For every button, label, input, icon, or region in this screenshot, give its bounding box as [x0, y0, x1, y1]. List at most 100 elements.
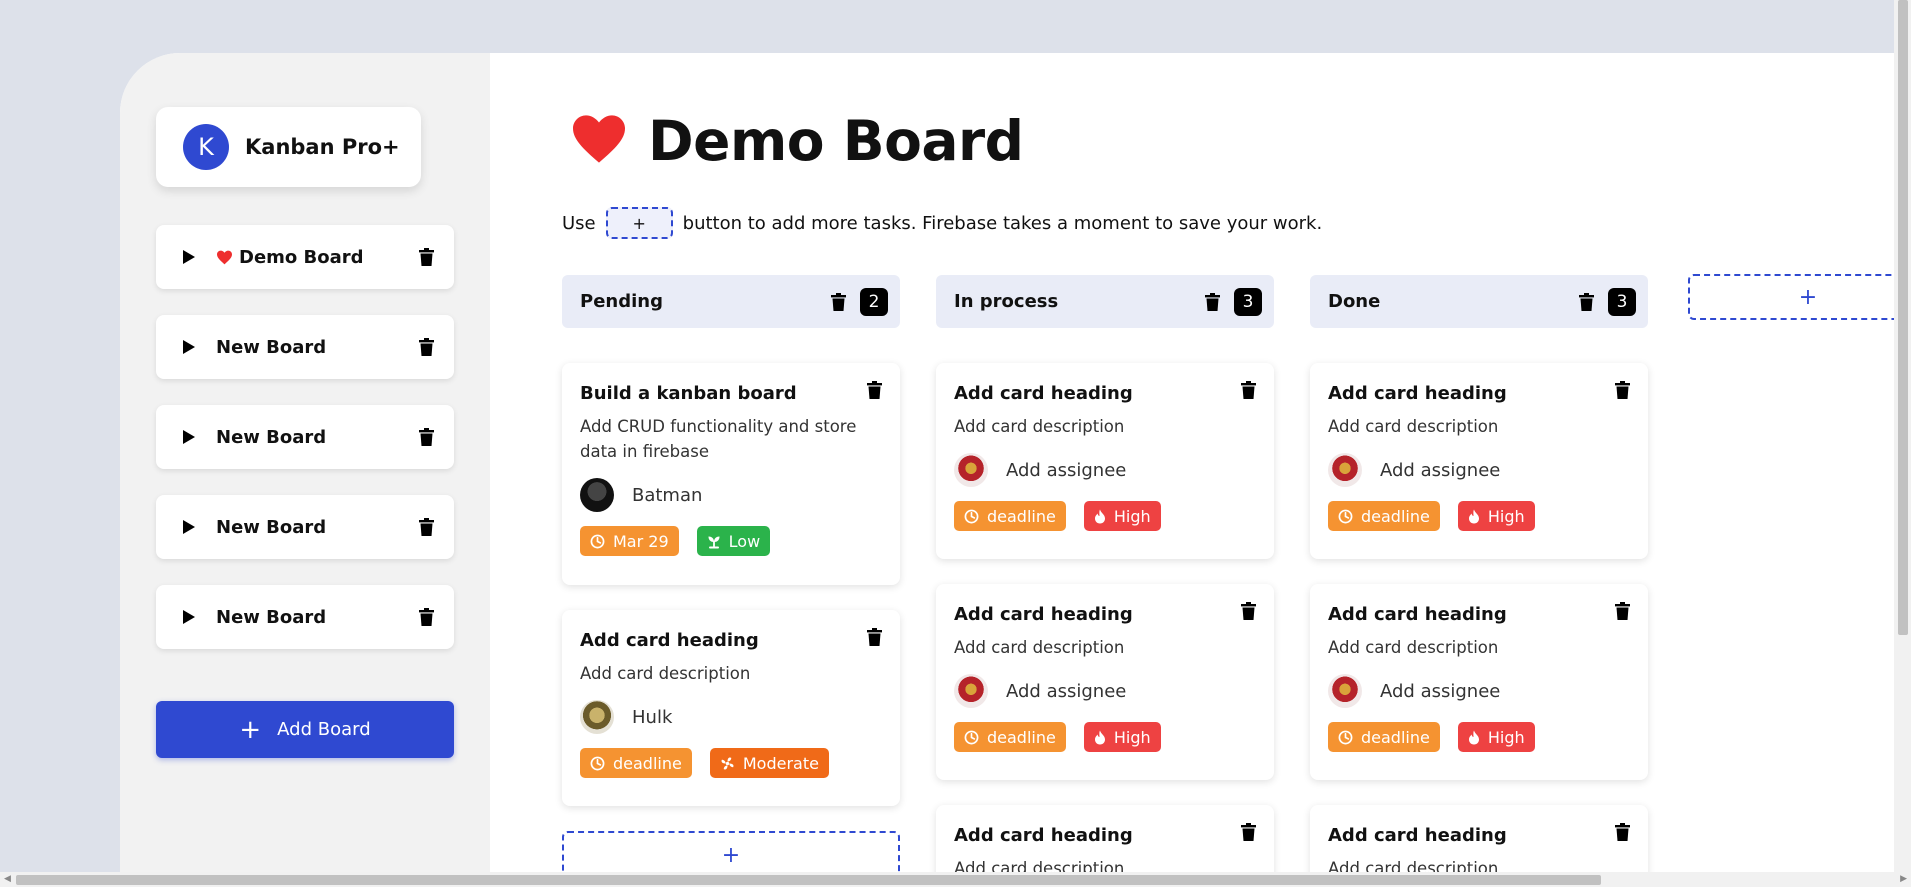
board-main: Demo Board Use + button to add more task… — [490, 53, 1895, 873]
trash-icon[interactable] — [1615, 381, 1630, 403]
card-assignee[interactable]: Add assignee — [1328, 674, 1630, 708]
priority-tag[interactable]: High — [1457, 501, 1535, 531]
card-assignee[interactable]: Batman — [580, 478, 882, 512]
horizontal-scrollbar[interactable]: ◀ ▶ — [0, 872, 1911, 887]
play-icon[interactable] — [182, 339, 204, 355]
priority-tag[interactable]: Low — [696, 526, 771, 556]
deadline-tag[interactable]: deadline — [1328, 501, 1440, 531]
task-card[interactable]: Build a kanban board Add CRUD functional… — [562, 363, 900, 585]
deadline-tag[interactable]: deadline — [1328, 722, 1440, 752]
hint-plus-button: + — [605, 207, 673, 239]
horizontal-scrollbar-thumb[interactable] — [16, 875, 1601, 885]
play-icon[interactable] — [182, 609, 204, 625]
scroll-right-icon[interactable]: ▶ — [1900, 874, 1907, 884]
trash-icon[interactable] — [1615, 823, 1630, 845]
sidebar-board-new-4[interactable]: New Board — [156, 585, 454, 649]
trash-icon[interactable] — [419, 338, 434, 356]
card-heading[interactable]: Add card heading — [1328, 825, 1630, 846]
vertical-scrollbar[interactable] — [1894, 0, 1911, 873]
task-card[interactable]: Add card heading Add card description Ad… — [1310, 363, 1648, 559]
trash-icon[interactable] — [1241, 602, 1256, 624]
card-assignee[interactable]: Add assignee — [954, 674, 1256, 708]
board-title-row: Demo Board — [570, 109, 1024, 173]
card-heading[interactable]: Build a kanban board — [580, 383, 882, 404]
trash-icon[interactable] — [831, 292, 846, 311]
task-card[interactable]: Add card heading Add card description Hu… — [562, 610, 900, 806]
task-card[interactable]: Add card heading Add card description — [936, 805, 1274, 873]
card-description[interactable]: Add card description — [1328, 414, 1630, 439]
trash-icon[interactable] — [419, 428, 434, 446]
trash-icon[interactable] — [867, 381, 882, 403]
column-title: Pending — [580, 291, 663, 312]
card-description[interactable]: Add card description — [954, 635, 1256, 660]
deadline-tag[interactable]: deadline — [954, 501, 1066, 531]
card-tags: Mar 29 Low — [580, 526, 882, 556]
sidebar-board-new-1[interactable]: New Board — [156, 315, 454, 379]
brand-card: K Kanban Pro+ — [156, 107, 421, 187]
column-header-done: Done 3 — [1310, 275, 1648, 328]
sidebar-board-demo[interactable]: Demo Board — [156, 225, 454, 289]
assignee-name: Add assignee — [1380, 459, 1501, 481]
plus-icon: + — [239, 714, 262, 745]
trash-icon[interactable] — [419, 608, 434, 626]
card-description[interactable]: Add card description — [954, 414, 1256, 439]
task-card[interactable]: Add card heading Add card description Ad… — [936, 584, 1274, 780]
scroll-left-icon[interactable]: ◀ — [4, 874, 11, 884]
column-title: Done — [1328, 291, 1381, 312]
trash-icon[interactable] — [419, 518, 434, 536]
card-assignee[interactable]: Add assignee — [954, 453, 1256, 487]
card-description[interactable]: Add card description — [1328, 635, 1630, 660]
task-card[interactable]: Add card heading Add card description — [1310, 805, 1648, 873]
card-description[interactable]: Add card description — [1328, 856, 1630, 873]
flame-icon — [1094, 730, 1106, 745]
assignee-name: Add assignee — [1380, 680, 1501, 702]
add-column-button[interactable]: + — [1688, 274, 1895, 320]
play-icon[interactable] — [182, 519, 204, 535]
sidebar-board-new-2[interactable]: New Board — [156, 405, 454, 469]
card-heading[interactable]: Add card heading — [954, 825, 1256, 846]
trash-icon[interactable] — [867, 628, 882, 650]
column-header-in-process: In process 3 — [936, 275, 1274, 328]
task-card[interactable]: Add card heading Add card description Ad… — [1310, 584, 1648, 780]
column-title: In process — [954, 291, 1059, 312]
deadline-tag[interactable]: deadline — [954, 722, 1066, 752]
priority-tag[interactable]: High — [1083, 501, 1161, 531]
brand-name: Kanban Pro+ — [245, 135, 400, 159]
task-card[interactable]: Add card heading Add card description Ad… — [936, 363, 1274, 559]
vertical-scrollbar-thumb[interactable] — [1898, 0, 1908, 635]
card-assignee[interactable]: Hulk — [580, 700, 882, 734]
flame-icon — [1468, 509, 1480, 524]
card-heading[interactable]: Add card heading — [1328, 383, 1630, 404]
trash-icon[interactable] — [1615, 602, 1630, 624]
card-description[interactable]: Add CRUD functionality and store data in… — [580, 414, 882, 464]
card-description[interactable]: Add card description — [954, 856, 1256, 873]
flame-icon — [1094, 509, 1106, 524]
column-count-badge: 2 — [860, 287, 888, 316]
add-card-button[interactable]: + — [562, 831, 900, 873]
clock-icon — [964, 730, 979, 745]
card-description[interactable]: Add card description — [580, 661, 882, 686]
card-heading[interactable]: Add card heading — [954, 604, 1256, 625]
trash-icon[interactable] — [1579, 292, 1594, 311]
priority-tag[interactable]: High — [1083, 722, 1161, 752]
trash-icon[interactable] — [1241, 381, 1256, 403]
trash-icon[interactable] — [419, 248, 434, 266]
priority-tag[interactable]: High — [1457, 722, 1535, 752]
trash-icon[interactable] — [1241, 823, 1256, 845]
card-heading[interactable]: Add card heading — [580, 630, 882, 651]
add-board-button[interactable]: + Add Board — [156, 701, 454, 758]
heart-icon — [570, 113, 628, 169]
play-icon[interactable] — [182, 429, 204, 445]
card-heading[interactable]: Add card heading — [954, 383, 1256, 404]
card-heading[interactable]: Add card heading — [1328, 604, 1630, 625]
plant-icon — [707, 534, 721, 549]
trash-icon[interactable] — [1205, 292, 1220, 311]
play-icon[interactable] — [182, 249, 204, 265]
deadline-tag[interactable]: deadline — [580, 748, 692, 778]
card-assignee[interactable]: Add assignee — [1328, 453, 1630, 487]
priority-tag[interactable]: Moderate — [709, 748, 829, 778]
clock-icon — [1338, 509, 1353, 524]
deadline-tag[interactable]: Mar 29 — [580, 526, 679, 556]
page-title: Demo Board — [648, 109, 1024, 173]
sidebar-board-new-3[interactable]: New Board — [156, 495, 454, 559]
